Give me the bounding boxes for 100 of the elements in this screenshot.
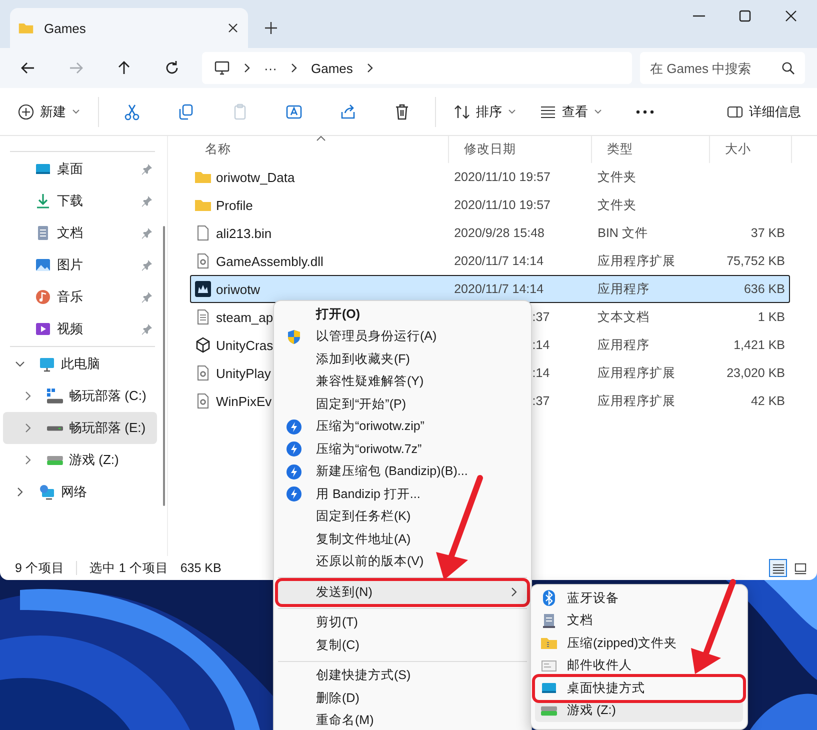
column-header[interactable]: 修改日期 — [449, 136, 592, 163]
file-name: Profile — [216, 198, 253, 212]
up-icon[interactable] — [116, 60, 132, 76]
pin-icon[interactable] — [141, 163, 153, 175]
menu-item[interactable]: 以管理员身份运行(A) — [278, 326, 527, 348]
panel-icon — [727, 104, 743, 120]
menu-item[interactable]: 桌面快捷方式 — [535, 677, 743, 700]
delete-icon[interactable] — [393, 102, 411, 120]
menu-item[interactable]: 复制(C) — [278, 634, 527, 656]
file-row[interactable]: Profile 2020/11/10 19:57 文件夹 — [190, 191, 790, 219]
list-icon — [540, 104, 556, 120]
menu-item[interactable]: 压缩为“oriwotw.7z” — [278, 438, 527, 460]
pin-icon[interactable] — [141, 227, 153, 239]
search-field[interactable]: 在 Games 中搜索 — [640, 52, 805, 84]
sidebar-item[interactable]: 图片 — [0, 249, 157, 281]
menu-item[interactable]: 新建压缩包 (Bandizip)(B)... — [278, 460, 527, 483]
sidebar-label: 文档 — [57, 224, 83, 242]
drive-icon — [47, 388, 63, 404]
tree-item[interactable]: 畅玩部落 (E:) — [3, 412, 157, 444]
address-bar[interactable]: ··· Games — [202, 52, 632, 84]
more-icon[interactable] — [636, 110, 654, 114]
pin-icon[interactable] — [141, 195, 153, 207]
details-view-button[interactable] — [769, 559, 787, 577]
menu-item[interactable]: 重命名(M) — [278, 710, 527, 730]
folder-icon — [195, 197, 211, 213]
file-type: 应用程序扩展 — [598, 364, 676, 382]
menu-item[interactable]: 兼容性疑难解答(Y) — [278, 370, 527, 393]
chevron-right-icon[interactable] — [23, 391, 33, 401]
menu-item[interactable]: 文档 — [535, 610, 743, 632]
sidebar-item[interactable]: 视频 — [0, 313, 157, 345]
file-row[interactable]: ali213.bin 2020/9/28 15:48 BIN 文件 37 KB — [190, 219, 790, 247]
videos-icon — [35, 321, 51, 337]
monitor-icon — [214, 60, 230, 76]
file-name: GameAssembly.dll — [216, 254, 324, 268]
sidebar-item[interactable]: 桌面 — [0, 153, 157, 185]
chevron-down-icon[interactable] — [15, 359, 25, 369]
new-button[interactable]: 新建 — [12, 98, 86, 124]
rename-icon[interactable] — [285, 102, 303, 120]
copy-icon[interactable] — [177, 102, 195, 120]
file-name: WinPixEv — [216, 394, 272, 408]
menu-item[interactable]: 蓝牙设备 — [535, 587, 743, 610]
file-row[interactable]: GameAssembly.dll 2020/11/7 14:14 应用程序扩展 75,752 KB — [190, 247, 790, 275]
modified-date: 2020/11/7 14:14 — [454, 282, 544, 296]
menu-item[interactable]: 还原以前的版本(V) — [278, 550, 527, 573]
menu-item[interactable]: 发送到(N) — [278, 581, 527, 604]
breadcrumb[interactable]: Games — [311, 60, 353, 76]
sidebar-item[interactable]: 下载 — [0, 185, 157, 217]
menu-item[interactable]: 压缩(zipped)文件夹 — [535, 632, 743, 654]
menu-item[interactable]: 固定到“开始”(P) — [278, 393, 527, 416]
menu-item[interactable]: 复制文件地址(A) — [278, 528, 527, 550]
menu-item[interactable]: 创建快捷方式(S) — [278, 664, 527, 687]
file-icon — [195, 225, 211, 241]
menu-item[interactable]: 压缩为“oriwotw.zip” — [278, 416, 527, 438]
desktop-icon — [35, 161, 51, 177]
caret-icon — [72, 109, 80, 114]
pin-icon[interactable] — [141, 323, 153, 335]
close-icon[interactable] — [228, 23, 238, 33]
tree-item[interactable]: 游戏 (Z:) — [3, 444, 157, 476]
chevron-right-icon[interactable] — [23, 455, 33, 465]
cut-icon[interactable] — [123, 102, 141, 120]
refresh-icon[interactable] — [164, 60, 180, 76]
menu-item[interactable]: 剪切(T) — [278, 612, 527, 634]
file-name: oriwotw_Data — [216, 170, 295, 184]
sidebar-item[interactable]: 音乐 — [0, 281, 157, 313]
new-tab-icon[interactable] — [265, 22, 277, 34]
share-icon[interactable] — [339, 102, 357, 120]
tree-item[interactable]: 此电脑 — [3, 348, 157, 380]
sidebar-label: 音乐 — [57, 288, 83, 306]
tree-item[interactable]: 网络 — [3, 476, 157, 508]
menu-item[interactable]: 添加到收藏夹(F) — [278, 348, 527, 370]
menu-item[interactable]: 用 Bandizip 打开... — [278, 483, 527, 506]
breadcrumb[interactable]: ··· — [264, 60, 277, 76]
file-row[interactable]: oriwotw_Data 2020/11/10 19:57 文件夹 — [190, 163, 790, 191]
sidebar-item[interactable]: 文档 — [0, 217, 157, 249]
menu-item[interactable]: 邮件收件人 — [535, 654, 743, 677]
menu-item[interactable]: 删除(D) — [278, 687, 527, 710]
file-type: 文件夹 — [598, 196, 637, 214]
shield-icon — [286, 328, 302, 345]
pin-icon[interactable] — [141, 259, 153, 271]
chevron-right-icon[interactable] — [23, 423, 33, 433]
chevron-right-icon[interactable] — [15, 487, 25, 497]
column-header[interactable]: 名称 — [190, 136, 449, 163]
back-icon[interactable] — [20, 60, 36, 76]
window-tab[interactable]: Games — [10, 8, 248, 48]
pin-icon[interactable] — [141, 291, 153, 303]
maximize-icon[interactable] — [739, 10, 751, 22]
menu-item[interactable]: 打开(O) — [278, 303, 527, 326]
column-header[interactable]: 大小 — [710, 136, 792, 163]
selection-count: 选中 1 个项目 — [89, 560, 168, 576]
menu-item[interactable]: 固定到任务栏(K) — [278, 506, 527, 528]
modified-date: 2020/11/10 19:57 — [454, 198, 550, 212]
details-button[interactable]: 详细信息 — [721, 98, 807, 124]
column-header[interactable]: 类型 — [592, 136, 710, 163]
file-size: 23,020 KB — [726, 366, 785, 380]
sort-button[interactable]: 排序 — [448, 98, 522, 124]
file-type: BIN 文件 — [598, 224, 648, 242]
close-icon[interactable] — [785, 10, 797, 22]
view-button[interactable]: 查看 — [534, 98, 608, 124]
file-row[interactable]: oriwotw 2020/11/7 14:14 应用程序 636 KB — [190, 275, 790, 303]
tree-item[interactable]: 畅玩部落 (C:) — [3, 380, 157, 412]
